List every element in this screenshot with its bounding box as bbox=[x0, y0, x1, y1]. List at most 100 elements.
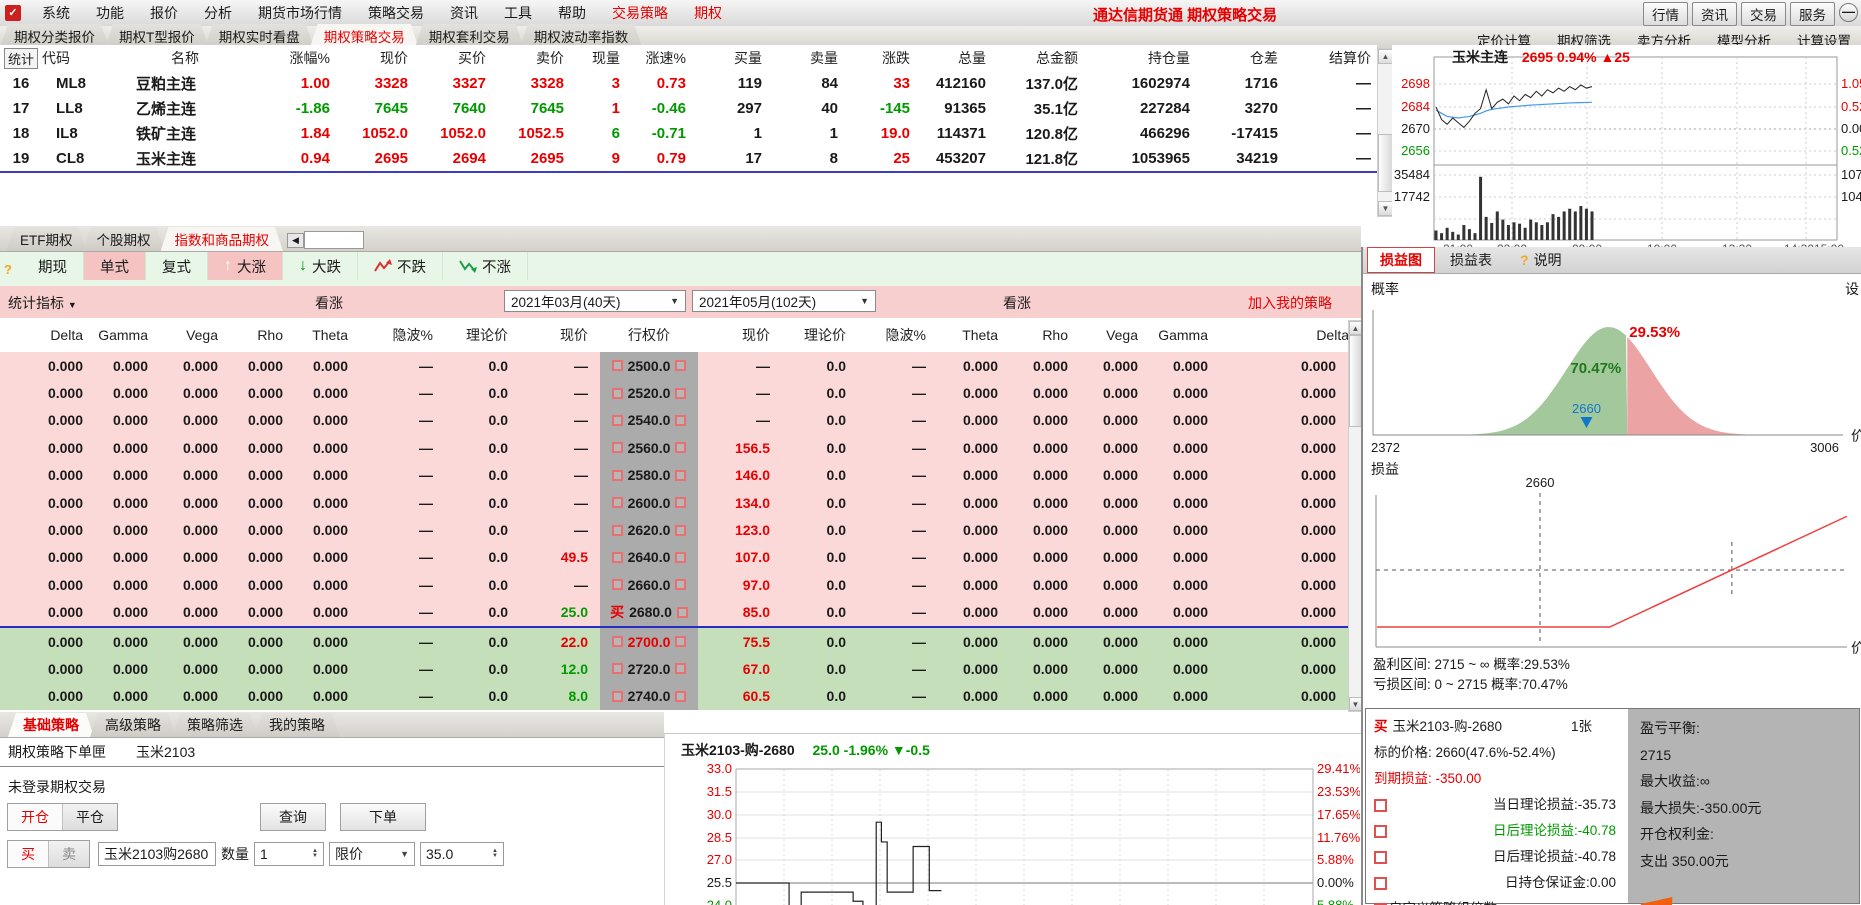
toolbar-button-不跌[interactable]: 不跌 bbox=[358, 252, 443, 280]
col-header-名称[interactable]: 名称 bbox=[120, 48, 250, 68]
strike-checkbox[interactable] bbox=[675, 636, 686, 647]
add-to-strategy-link[interactable]: 加入我的策略 bbox=[1248, 293, 1332, 313]
scroll-up-icon[interactable]: ▲ bbox=[1378, 49, 1393, 64]
open-position-button[interactable]: 开仓 bbox=[8, 804, 62, 830]
strike-checkbox[interactable] bbox=[612, 360, 623, 371]
chain-col-11-隐波%[interactable]: 隐波% bbox=[858, 325, 938, 345]
buy-button[interactable]: 买 bbox=[8, 841, 48, 867]
strike-checkbox[interactable] bbox=[612, 663, 623, 674]
table-row[interactable]: 17LL8乙烯主连-1.867645764076451-0.4629740-14… bbox=[0, 96, 1377, 121]
option-row[interactable]: 0.0000.0000.0000.0000.000—0.08.02740.060… bbox=[0, 683, 1348, 710]
menu-item-资讯[interactable]: 资讯 bbox=[437, 0, 491, 26]
col-header-结算价[interactable]: 结算价 bbox=[1284, 48, 1377, 68]
strike-checkbox[interactable] bbox=[675, 360, 686, 371]
strike-checkbox[interactable] bbox=[675, 470, 686, 481]
scroll-left-icon[interactable]: ◀ bbox=[287, 233, 304, 248]
table-row[interactable]: 18IL8铁矿主连1.841052.01052.01052.56-0.71111… bbox=[0, 121, 1377, 146]
toolbar-button-期现[interactable]: 期现 bbox=[22, 252, 84, 280]
stepper-arrows-icon[interactable]: ▲▼ bbox=[486, 849, 498, 859]
menu-item-期权[interactable]: 期权 bbox=[681, 0, 735, 26]
menu-item-帮助[interactable]: 帮助 bbox=[545, 0, 599, 26]
strike-checkbox[interactable] bbox=[612, 552, 623, 563]
chain-col-4-Theta[interactable]: Theta bbox=[295, 327, 360, 343]
col-header-卖量[interactable]: 卖量 bbox=[768, 48, 844, 68]
strike-checkbox[interactable] bbox=[675, 552, 686, 563]
quantity-stepper[interactable]: 1 ▲▼ bbox=[254, 842, 324, 866]
titlebar-button-交易[interactable]: 交易 bbox=[1741, 2, 1786, 26]
chain-col-9-现价[interactable]: 现价 bbox=[698, 325, 782, 345]
menu-item-交易策略[interactable]: 交易策略 bbox=[599, 0, 681, 26]
table-row[interactable]: 16ML8豆粕主连1.0033283327332830.731198433412… bbox=[0, 71, 1377, 96]
toolbar-button-单式[interactable]: 单式 bbox=[84, 252, 146, 280]
strike-checkbox[interactable] bbox=[675, 497, 686, 508]
checkbox[interactable] bbox=[1374, 799, 1387, 812]
scroll-thumb[interactable] bbox=[1378, 134, 1393, 192]
far-expiry-select[interactable]: 2021年05月(102天)▼ bbox=[692, 290, 876, 312]
chain-col-3-Rho[interactable]: Rho bbox=[230, 327, 295, 343]
col-header-买价[interactable]: 买价 bbox=[414, 48, 492, 68]
chain-col-16-Delta[interactable]: Delta bbox=[1220, 327, 1361, 343]
menu-item-策略交易[interactable]: 策略交易 bbox=[355, 0, 437, 26]
option-row[interactable]: 0.0000.0000.0000.0000.000—0.025.0买2680.0… bbox=[0, 599, 1348, 628]
titlebar-button-资讯[interactable]: 资讯 bbox=[1692, 2, 1737, 26]
checkbox[interactable] bbox=[1374, 877, 1387, 890]
stepper-arrows-icon[interactable]: ▲▼ bbox=[306, 849, 318, 859]
option-row[interactable]: 0.0000.0000.0000.0000.000—0.0—2620.0123.… bbox=[0, 516, 1348, 543]
option-row[interactable]: 0.0000.0000.0000.0000.000—0.0—2660.097.0… bbox=[0, 571, 1348, 598]
option-row[interactable]: 0.0000.0000.0000.0000.000—0.0—2540.0—0.0… bbox=[0, 407, 1348, 434]
stat-indicator-dropdown[interactable]: 统计指标 ▼ bbox=[8, 293, 77, 313]
pl-tab-损益表[interactable]: 损益表 bbox=[1437, 247, 1505, 273]
col-header-涨跌[interactable]: 涨跌 bbox=[844, 48, 916, 68]
chain-col-12-Theta[interactable]: Theta bbox=[938, 327, 1010, 343]
strike-checkbox[interactable] bbox=[612, 415, 623, 426]
chain-col-13-Rho[interactable]: Rho bbox=[1010, 327, 1080, 343]
col-header-涨速%[interactable]: 涨速% bbox=[626, 48, 692, 68]
toolbar-button-不涨[interactable]: 不涨 bbox=[443, 252, 528, 280]
col-header-代码[interactable]: 代码 bbox=[42, 48, 120, 68]
col-header-买量[interactable]: 买量 bbox=[692, 48, 768, 68]
query-button[interactable]: 查询 bbox=[260, 803, 326, 831]
chain-col-14-Vega[interactable]: Vega bbox=[1080, 327, 1150, 343]
strike-checkbox[interactable] bbox=[675, 663, 686, 674]
stat-button[interactable]: 统计 bbox=[4, 48, 38, 69]
strike-checkbox[interactable] bbox=[677, 607, 688, 618]
strike-checkbox[interactable] bbox=[612, 388, 623, 399]
close-position-button[interactable]: 平仓 bbox=[62, 804, 117, 830]
col-header-持仓量[interactable]: 持仓量 bbox=[1084, 48, 1196, 68]
checkbox[interactable] bbox=[1374, 825, 1387, 838]
chain-col-8-行权价[interactable]: 行权价 bbox=[600, 325, 698, 345]
chain-col-5-隐波%[interactable]: 隐波% bbox=[360, 325, 445, 345]
col-header-现价[interactable]: 现价 bbox=[336, 48, 414, 68]
option-row[interactable]: 0.0000.0000.0000.0000.000—0.0—2600.0134.… bbox=[0, 489, 1348, 516]
toolbar-button-复式[interactable]: 复式 bbox=[146, 252, 208, 280]
chain-col-2-Vega[interactable]: Vega bbox=[160, 327, 230, 343]
order-tab-我的策略[interactable]: 我的策略 bbox=[254, 713, 340, 737]
order-tab-策略筛选[interactable]: 策略筛选 bbox=[172, 713, 258, 737]
option-row[interactable]: 0.0000.0000.0000.0000.000—0.0—2500.0—0.0… bbox=[0, 352, 1348, 379]
checkbox[interactable] bbox=[1374, 851, 1387, 864]
menu-item-期货市场行情[interactable]: 期货市场行情 bbox=[245, 0, 355, 26]
strike-checkbox[interactable] bbox=[675, 415, 686, 426]
minimize-button[interactable]: — bbox=[1839, 3, 1858, 22]
chain-tab-scroller[interactable]: ◀ bbox=[287, 231, 364, 249]
chain-tab-个股期权[interactable]: 个股期权 bbox=[83, 227, 165, 251]
option-row[interactable]: 0.0000.0000.0000.0000.000—0.049.52640.01… bbox=[0, 544, 1348, 571]
price-stepper[interactable]: 35.0 ▲▼ bbox=[420, 842, 504, 866]
contract-input[interactable]: 玉米2103购2680 bbox=[98, 842, 216, 866]
table-row[interactable]: 19CL8玉米主连0.9426952694269590.791782545320… bbox=[0, 146, 1377, 173]
strike-checkbox[interactable] bbox=[612, 525, 623, 536]
option-row[interactable]: 0.0000.0000.0000.0000.000—0.012.02720.06… bbox=[0, 655, 1348, 682]
col-header-仓差[interactable]: 仓差 bbox=[1196, 48, 1284, 68]
chain-col-15-Gamma[interactable]: Gamma bbox=[1150, 327, 1220, 343]
strike-checkbox[interactable] bbox=[612, 497, 623, 508]
col-header-涨幅%[interactable]: 涨幅% bbox=[250, 48, 336, 68]
titlebar-button-行情[interactable]: 行情 bbox=[1643, 2, 1688, 26]
strike-checkbox[interactable] bbox=[612, 691, 623, 702]
menu-item-工具[interactable]: 工具 bbox=[491, 0, 545, 26]
menu-item-功能[interactable]: 功能 bbox=[83, 0, 137, 26]
sell-button[interactable]: 卖 bbox=[48, 841, 89, 867]
menu-item-分析[interactable]: 分析 bbox=[191, 0, 245, 26]
strike-checkbox[interactable] bbox=[612, 470, 623, 481]
chain-tab-ETF期权[interactable]: ETF期权 bbox=[6, 227, 87, 251]
strike-checkbox[interactable] bbox=[612, 579, 623, 590]
